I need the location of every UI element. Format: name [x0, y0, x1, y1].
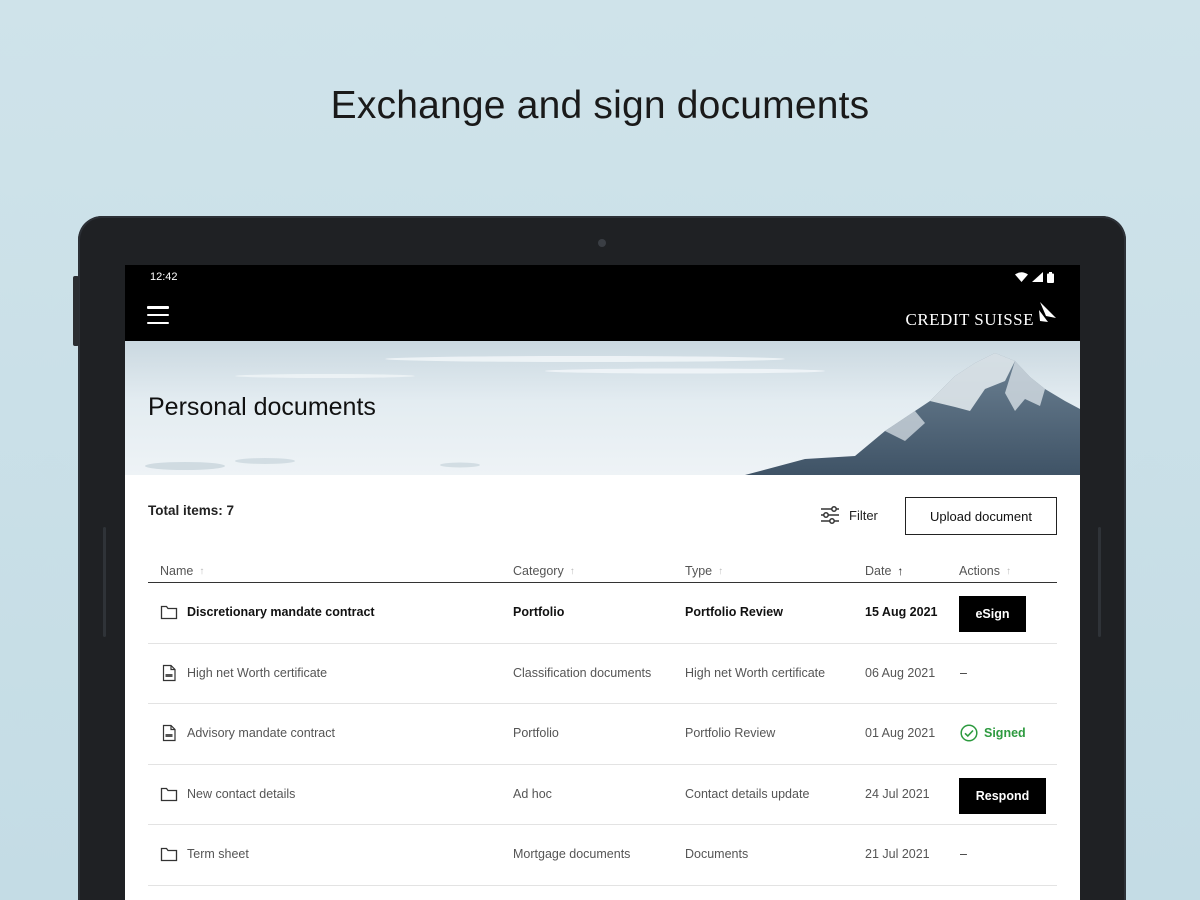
sails-logo-icon	[1039, 302, 1056, 322]
table-row[interactable]: Discretionary mandate contract Portfolio…	[148, 583, 1057, 644]
filter-button[interactable]: Filter	[820, 505, 878, 525]
document-category: Classification documents	[513, 665, 652, 680]
column-header-date[interactable]: Date ↑	[865, 564, 903, 578]
esign-button[interactable]: eSign	[959, 596, 1026, 632]
document-date: 06 Aug 2021	[865, 665, 936, 680]
filter-sliders-icon	[821, 506, 839, 524]
no-action-dash: –	[960, 847, 967, 861]
device-screen: 12:42 CREDIT SUISSE Personal documents T…	[125, 265, 1080, 900]
promo-title: Exchange and sign documents	[330, 84, 870, 127]
battery-icon	[1047, 271, 1054, 283]
table-row[interactable]: New contact details Ad hoc Contact detai…	[148, 765, 1057, 825]
check-circle-icon	[960, 724, 978, 742]
folder-icon	[160, 847, 178, 862]
document-name[interactable]: Advisory mandate contract	[187, 726, 335, 740]
no-action-dash: –	[960, 665, 967, 680]
folder-icon	[160, 787, 178, 801]
document-type: Contact details update	[685, 786, 810, 801]
sort-arrow-icon: ↑	[569, 565, 575, 577]
status-time: 12:42	[150, 271, 178, 283]
camera-icon	[598, 239, 606, 247]
document-category: Ad hoc	[513, 786, 552, 801]
documents-table-body: Discretionary mandate contract Portfolio…	[148, 583, 1057, 886]
documents-content: Total items: 7 Filter Upload document Na…	[125, 475, 1080, 886]
document-category: Portfolio	[513, 726, 559, 740]
logo-text: CREDIT SUISSE	[905, 310, 1034, 329]
menu-icon[interactable]	[147, 306, 169, 324]
signed-label: Signed	[984, 726, 1026, 740]
document-type: Portfolio Review	[685, 605, 783, 619]
hero-banner: Personal documents	[125, 341, 1080, 475]
document-date: 15 Aug 2021	[865, 605, 938, 619]
document-category: Portfolio	[513, 605, 565, 619]
table-row[interactable]: High net Worth certificate Classificatio…	[148, 644, 1057, 704]
document-category: Mortgage documents	[513, 847, 631, 861]
tablet-side-button	[1098, 527, 1101, 637]
pdf-file-icon	[162, 724, 176, 742]
table-row[interactable]: Advisory mandate contract Portfolio Port…	[148, 704, 1057, 765]
column-header-category[interactable]: Category ↑	[513, 564, 575, 578]
document-name[interactable]: Term sheet	[187, 847, 249, 861]
document-type: Portfolio Review	[685, 726, 776, 740]
column-header-name[interactable]: Name ↑	[160, 564, 204, 578]
upload-document-button[interactable]: Upload document	[905, 497, 1057, 535]
document-name[interactable]: Discretionary mandate contract	[187, 605, 375, 619]
status-bar: 12:42	[125, 265, 1080, 289]
document-name[interactable]: High net Worth certificate	[187, 666, 327, 680]
status-icons	[1015, 271, 1054, 283]
documents-toolbar: Total items: 7 Filter Upload document Na…	[148, 475, 1057, 886]
document-type: High net Worth certificate	[685, 665, 826, 680]
signal-icon	[1032, 272, 1043, 282]
column-header-type[interactable]: Type ↑	[685, 564, 723, 578]
page-title: Personal documents	[148, 393, 376, 421]
tablet-side-button	[103, 527, 106, 637]
document-date: 24 Jul 2021	[865, 786, 930, 801]
document-date: 21 Jul 2021	[865, 847, 930, 861]
table-row[interactable]: Term sheet Mortgage documents Documents …	[148, 825, 1057, 886]
document-date: 01 Aug 2021	[865, 726, 936, 740]
sort-arrow-active-icon: ↑	[897, 564, 904, 578]
credit-suisse-logo: CREDIT SUISSE	[905, 300, 1058, 330]
filter-label: Filter	[849, 507, 878, 523]
app-bar: CREDIT SUISSE	[125, 289, 1080, 341]
pdf-file-icon	[162, 664, 176, 681]
respond-button[interactable]: Respond	[959, 777, 1046, 814]
tablet-side-button	[73, 276, 79, 346]
sort-arrow-icon: ↑	[199, 565, 205, 577]
document-name[interactable]: New contact details	[187, 787, 295, 801]
column-header-actions[interactable]: Actions ↑	[959, 564, 1011, 578]
sort-arrow-icon: ↑	[718, 565, 724, 577]
wifi-icon	[1015, 272, 1028, 282]
folder-icon	[160, 605, 178, 620]
sort-arrow-icon: ↑	[1006, 565, 1011, 577]
total-items-count: Total items: 7	[148, 503, 235, 518]
signed-status: Signed	[960, 724, 1026, 742]
document-type: Documents	[685, 847, 749, 861]
table-header: Name ↑ Category ↑ Type ↑ Date ↑ Actions ↑	[148, 561, 1057, 583]
